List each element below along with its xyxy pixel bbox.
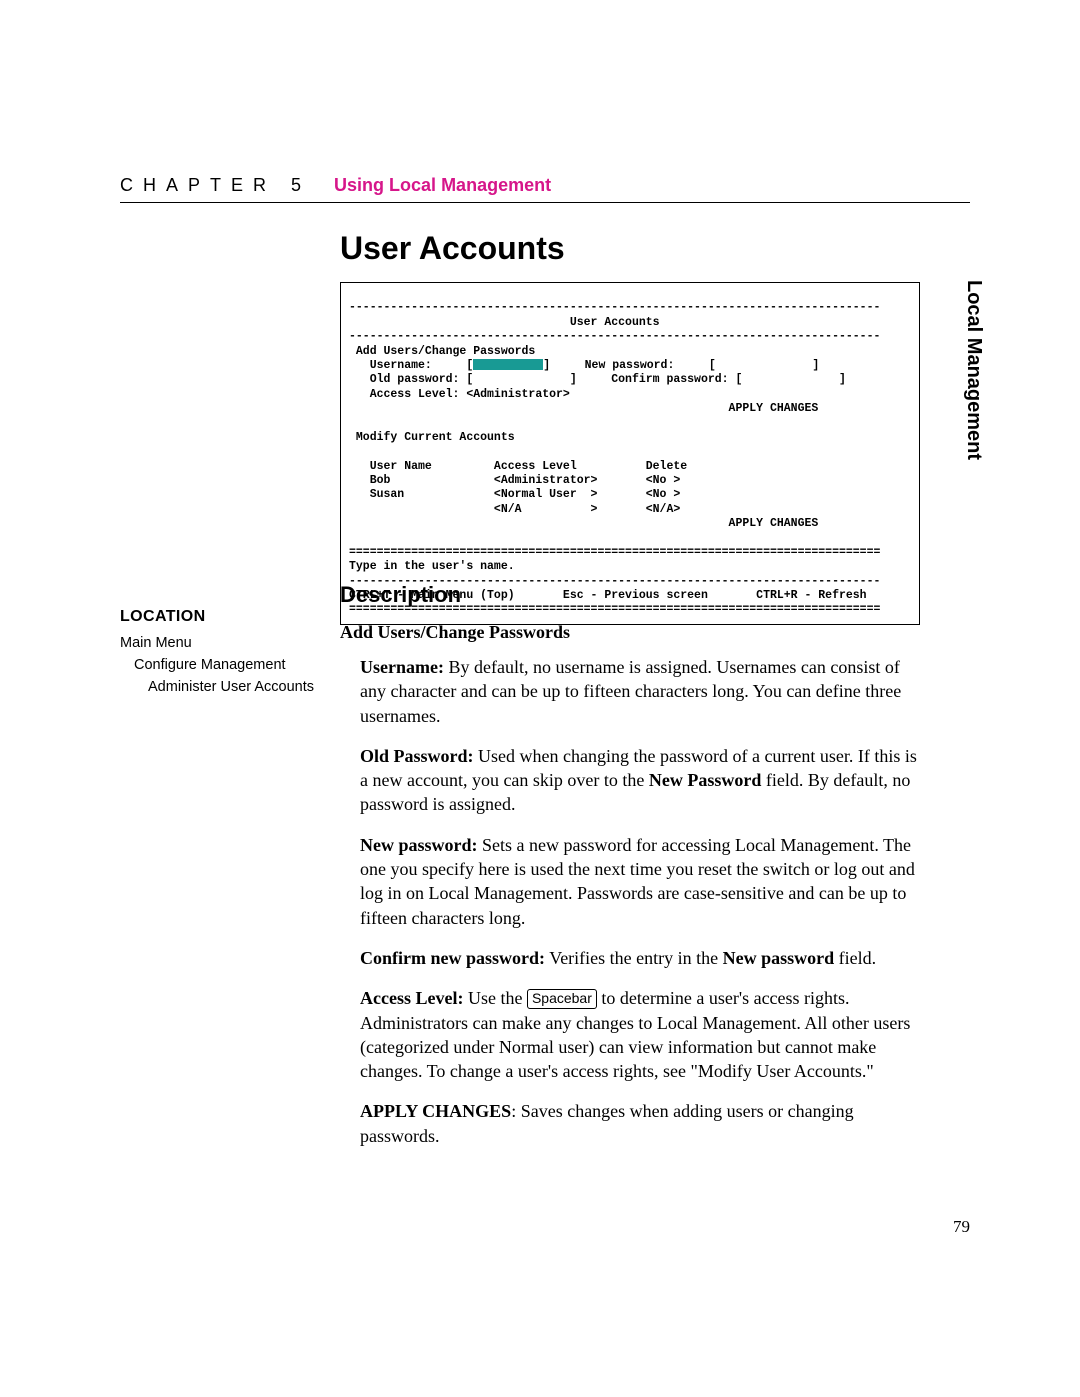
term-rule: ----------------------------------------… — [349, 330, 880, 343]
term-apply-1: APPLY CHANGES — [349, 402, 818, 415]
term-section-modify: Modify Current Accounts — [349, 431, 515, 444]
term-row-access: Access Level: <Administrator> — [349, 388, 570, 401]
page-number: 79 — [953, 1217, 970, 1237]
desc-apply-changes: APPLY CHANGES: Saves changes when adding… — [340, 1099, 920, 1148]
breadcrumb: Configure Management — [134, 655, 320, 677]
breadcrumb: Administer User Accounts — [148, 677, 320, 699]
description-column: Description Add Users/Change Passwords U… — [340, 582, 920, 1164]
desc-access-level: Access Level: Use the Spacebar to determ… — [340, 986, 920, 1083]
subsection-heading: Add Users/Change Passwords — [340, 622, 920, 643]
term-title: User Accounts — [349, 316, 660, 329]
term-table-row: Susan <Normal User > <No > — [349, 488, 680, 501]
term-hint: Type in the user's name. — [349, 560, 515, 573]
desc-username: Username: By default, no username is ass… — [340, 655, 920, 728]
desc-new-password: New password: Sets a new password for ac… — [340, 833, 920, 930]
location-block: LOCATION Main Menu Configure Management … — [120, 605, 320, 698]
terminal-screenshot: ----------------------------------------… — [340, 282, 920, 625]
page-header: CHAPTER 5 Using Local Management — [120, 175, 970, 203]
side-tab-label: Local Management — [962, 280, 985, 460]
term-table-row: <N/A > <N/A> — [349, 503, 680, 516]
term-table-header: User Name Access Level Delete — [349, 460, 687, 473]
chapter-label: CHAPTER 5 — [120, 175, 311, 195]
desc-confirm-password: Confirm new password: Verifies the entry… — [340, 946, 920, 970]
desc-old-password: Old Password: Used when changing the pas… — [340, 744, 920, 817]
term-table-row: Bob <Administrator> <No > — [349, 474, 680, 487]
term-rule: ----------------------------------------… — [349, 301, 880, 314]
section-title: Using Local Management — [334, 175, 551, 195]
term-row-oldpw: Old password: [ ] Confirm password: [ ] — [349, 373, 846, 386]
breadcrumb: Main Menu — [120, 633, 320, 655]
page-title: User Accounts — [340, 230, 565, 267]
term-row-username: Username: [] New password: [ ] — [349, 359, 819, 372]
keycap-spacebar: Spacebar — [527, 989, 597, 1009]
term-section-add: Add Users/Change Passwords — [349, 345, 535, 358]
term-rule: ========================================… — [349, 546, 880, 559]
description-heading: Description — [340, 582, 920, 608]
term-cursor-highlight — [473, 359, 543, 370]
term-apply-2: APPLY CHANGES — [349, 517, 818, 530]
location-heading: LOCATION — [120, 605, 320, 629]
